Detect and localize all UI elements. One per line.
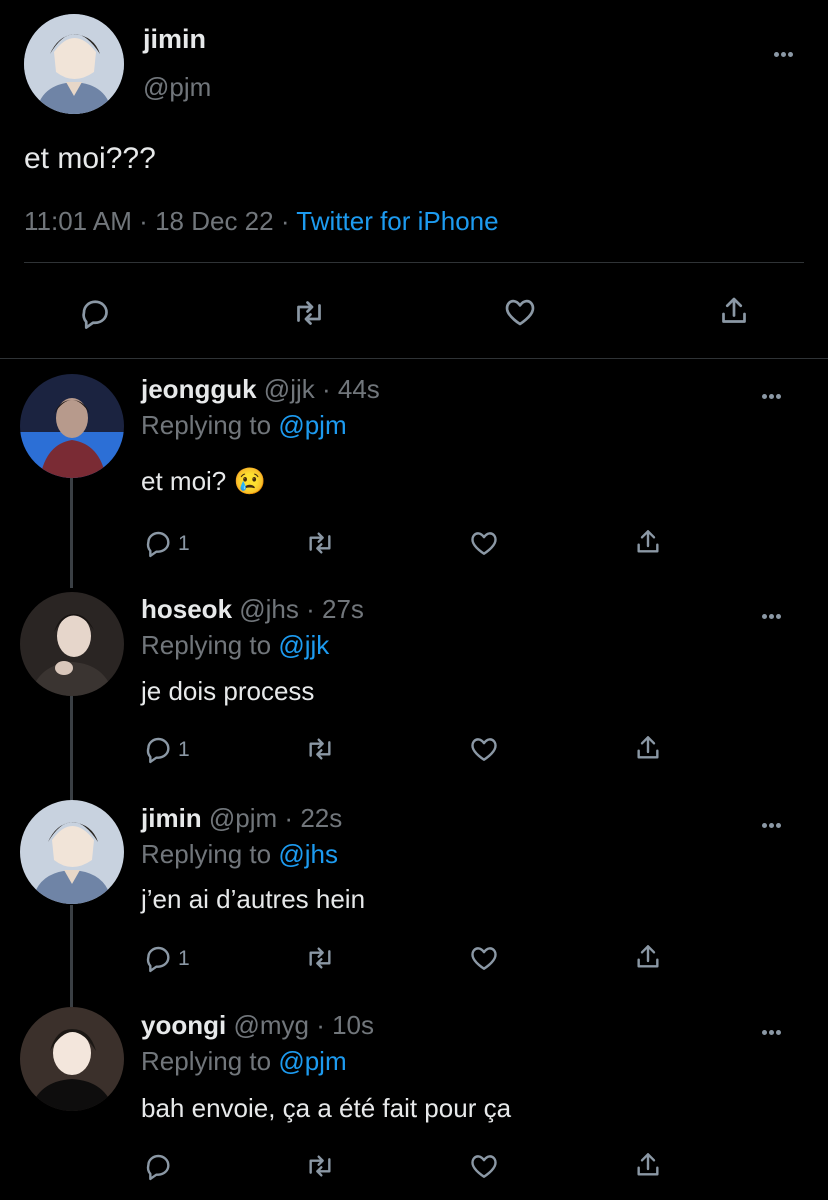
replying-to-label: Replying to xyxy=(141,1046,272,1076)
more-icon[interactable] xyxy=(762,815,792,828)
reply-author-name[interactable]: yoongi xyxy=(141,1010,226,1040)
thread-line xyxy=(70,905,73,1007)
replying-to-label: Replying to xyxy=(141,410,272,440)
replying-to: Replying to @pjm xyxy=(141,410,347,441)
avatar[interactable] xyxy=(20,374,124,478)
avatar[interactable] xyxy=(20,1007,124,1111)
more-icon[interactable] xyxy=(762,606,792,619)
meta-separator: · xyxy=(308,1010,333,1040)
share-icon[interactable] xyxy=(632,1149,664,1181)
tweet-date: 18 Dec 22 xyxy=(155,206,274,236)
like-icon[interactable] xyxy=(468,942,500,974)
like-icon[interactable] xyxy=(468,527,500,559)
share-icon[interactable] xyxy=(632,941,664,973)
replying-to: Replying to @jjk xyxy=(141,630,329,661)
reply-icon[interactable] xyxy=(143,733,175,765)
meta-separator: · xyxy=(139,206,148,236)
main-author-name[interactable]: jimin xyxy=(143,24,206,55)
like-icon[interactable] xyxy=(500,294,540,330)
avatar[interactable] xyxy=(20,800,124,904)
reply-author-handle[interactable]: @jhs xyxy=(239,594,299,624)
retweet-icon[interactable] xyxy=(304,1150,336,1182)
meta-separator: · xyxy=(280,206,290,236)
thread-line xyxy=(70,478,73,588)
reply-author-handle[interactable]: @myg xyxy=(233,1010,309,1040)
like-icon[interactable] xyxy=(468,1150,500,1182)
reply-icon[interactable] xyxy=(143,527,175,559)
reply-count: 1 xyxy=(178,947,190,970)
reply-text: bah envoie, ça a été fait pour ça xyxy=(141,1093,512,1123)
replying-to-handle[interactable]: @pjm xyxy=(278,1046,346,1076)
reply-count: 1 xyxy=(178,738,190,761)
reply-author-name[interactable]: jimin xyxy=(141,803,202,833)
replying-to-handle[interactable]: @jhs xyxy=(278,839,338,869)
reply-header: jimin @pjm · 22s xyxy=(141,803,342,834)
avatar[interactable] xyxy=(20,592,124,696)
share-icon[interactable] xyxy=(632,526,664,558)
share-icon[interactable] xyxy=(716,292,752,330)
reply-header: jeongguk @jjk · 44s xyxy=(141,374,380,405)
reply-time: 44s xyxy=(337,374,380,404)
reply-icon[interactable] xyxy=(143,942,175,974)
share-icon[interactable] xyxy=(632,732,664,764)
replying-to: Replying to @jhs xyxy=(141,839,338,870)
meta-separator: · xyxy=(277,803,301,833)
replying-to-label: Replying to xyxy=(141,630,272,660)
reply-text: je dois process xyxy=(141,676,315,706)
avatar-photo xyxy=(24,14,124,114)
reply-text: j’en ai d’autres hein xyxy=(141,884,366,914)
reply-count: 1 xyxy=(178,532,190,555)
replying-to-label: Replying to xyxy=(141,839,272,869)
replying-to: Replying to @pjm xyxy=(141,1046,347,1077)
avatar-photo xyxy=(20,1007,124,1111)
reply-icon[interactable] xyxy=(78,295,114,331)
main-tweet-text: et moi??? xyxy=(24,142,156,175)
retweet-icon[interactable] xyxy=(304,733,336,765)
reply-time: 27s xyxy=(322,594,364,624)
more-icon[interactable] xyxy=(774,44,804,57)
reply-icon[interactable] xyxy=(143,1150,175,1182)
retweet-icon[interactable] xyxy=(304,527,336,559)
tweet-time: 11:01 AM xyxy=(24,206,132,236)
reply-author-name[interactable]: jeongguk xyxy=(141,374,257,404)
tweet-source-link[interactable]: Twitter for iPhone xyxy=(296,206,498,236)
thread-line xyxy=(70,696,73,800)
reply-text: et moi? 😢 xyxy=(141,466,266,496)
avatar-photo xyxy=(20,592,124,696)
reply-author-handle[interactable]: @pjm xyxy=(209,803,277,833)
retweet-icon[interactable] xyxy=(290,295,328,331)
divider xyxy=(0,358,828,359)
main-avatar[interactable] xyxy=(24,14,124,114)
reply-header: hoseok @jhs · 27s xyxy=(141,594,364,625)
tweet-meta: 11:01 AM · 18 Dec 22 · Twitter for iPhon… xyxy=(24,206,499,237)
reply-time: 22s xyxy=(300,803,343,833)
divider xyxy=(24,262,804,263)
main-author-handle[interactable]: @pjm xyxy=(143,72,211,103)
reply-time: 10s xyxy=(332,1010,374,1040)
meta-separator: · xyxy=(298,594,323,624)
more-icon[interactable] xyxy=(762,386,792,399)
replying-to-handle[interactable]: @jjk xyxy=(278,630,329,660)
more-icon[interactable] xyxy=(762,1022,792,1035)
reply-author-handle[interactable]: @jjk xyxy=(264,374,315,404)
replying-to-handle[interactable]: @pjm xyxy=(278,410,346,440)
avatar-photo xyxy=(20,374,124,478)
like-icon[interactable] xyxy=(468,733,500,765)
meta-separator: · xyxy=(314,374,338,404)
reply-header: yoongi @myg · 10s xyxy=(141,1010,374,1041)
avatar-photo xyxy=(20,800,124,904)
retweet-icon[interactable] xyxy=(304,942,336,974)
reply-author-name[interactable]: hoseok xyxy=(141,594,232,624)
